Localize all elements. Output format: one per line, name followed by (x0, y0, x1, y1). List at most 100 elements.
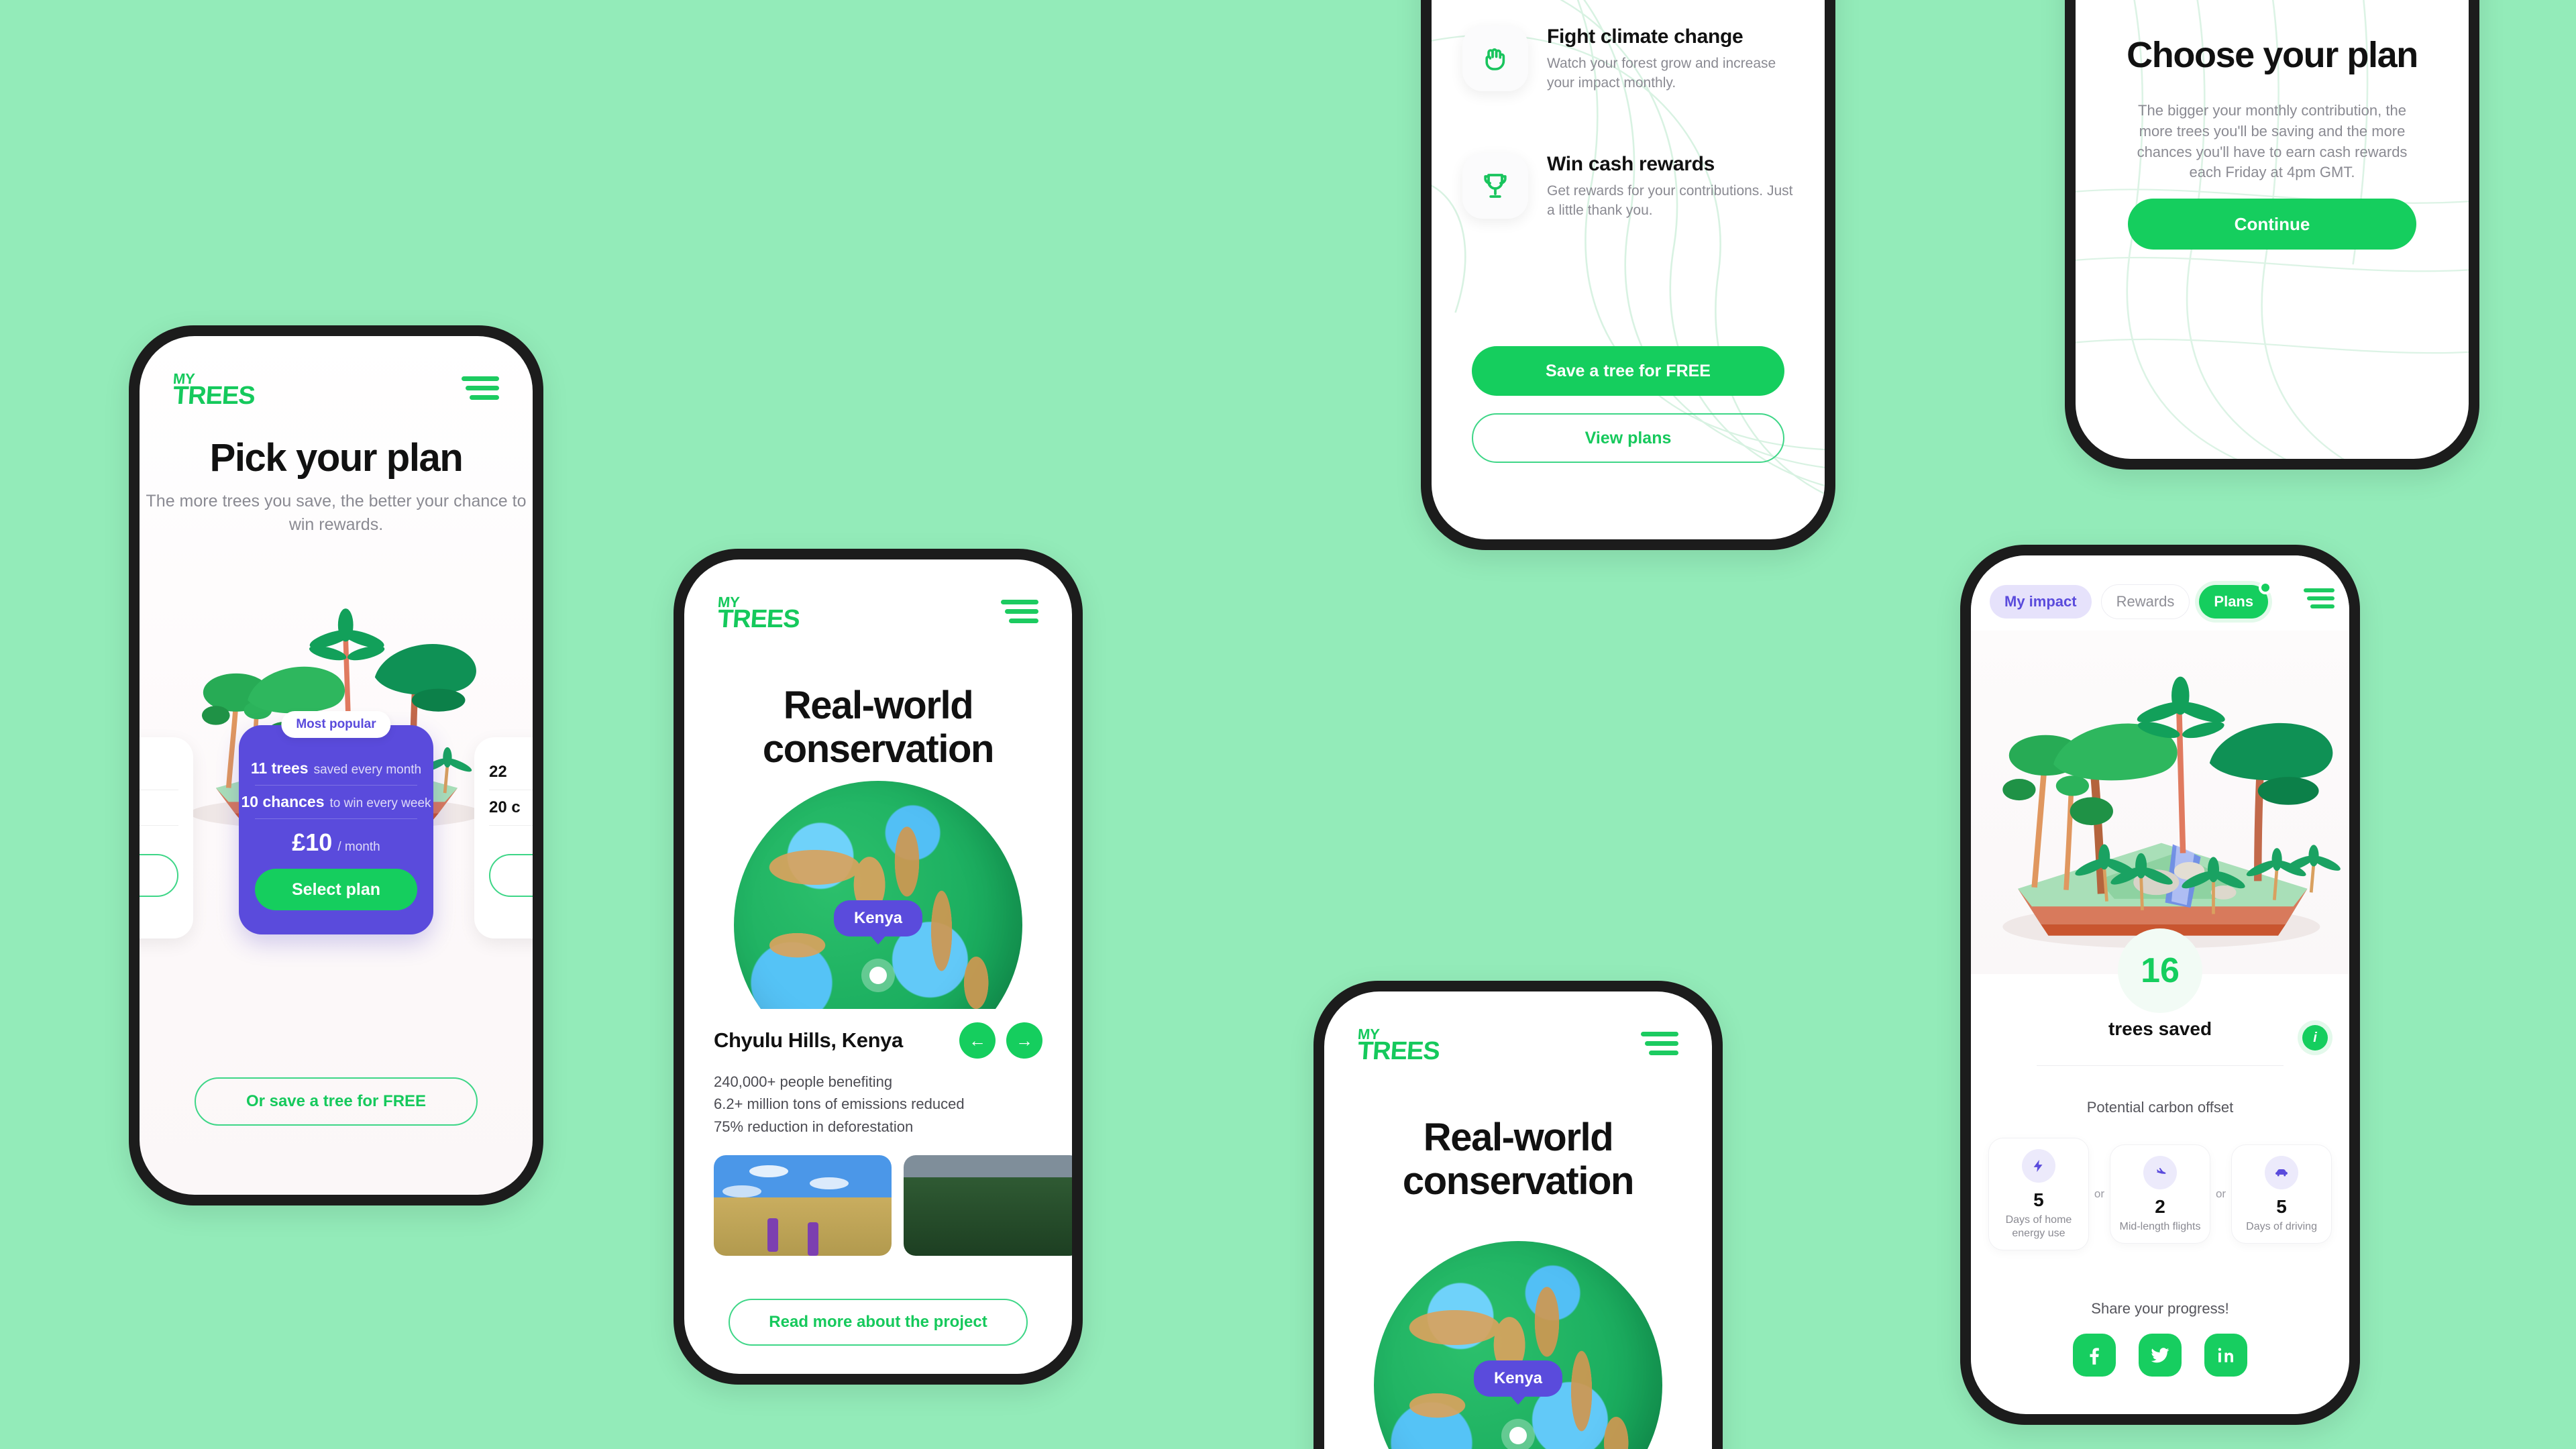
arrow-left-icon[interactable]: ← (959, 1022, 996, 1059)
feature-description: Get rewards for your contributions. Just… (1547, 183, 1793, 219)
project-name: Chyulu Hills, Kenya (714, 1028, 903, 1052)
twitter-icon[interactable] (2139, 1334, 2182, 1377)
hamburger-icon[interactable] (1001, 600, 1038, 627)
feature-title: Fight climate change (1547, 25, 1743, 48)
save-tree-free-button[interactable]: Save a tree for FREE (1472, 346, 1784, 396)
social-share-buttons (1971, 1334, 2349, 1377)
page-title: Real-world conservation (1402, 1116, 1635, 1203)
project-nav: ← → (959, 1022, 1042, 1059)
phone-features: Fight climate change Watch your forest g… (1421, 0, 1835, 550)
hamburger-icon[interactable] (462, 376, 499, 403)
project-stat-2: 6.2+ million tons of emissions reduced (714, 1095, 965, 1113)
raised-fist-icon (1462, 25, 1528, 91)
side-card-row-1: nth (140, 755, 178, 790)
trophy-icon (1462, 153, 1528, 219)
tab-rewards[interactable]: Rewards (2100, 584, 2190, 619)
phone-real-world-conservation-2: MY TREES Real-world conservation Kenya (1313, 981, 1723, 1449)
project-stat-1: 240,000+ people benefiting (714, 1073, 893, 1090)
offset-separator: or (2215, 1187, 2226, 1200)
screen-conservation: MY TREES Real-world conservation Kenya C… (684, 559, 1072, 1374)
read-more-button[interactable]: Read more about the project (729, 1299, 1028, 1346)
plan-trees-label: saved every month (313, 763, 422, 777)
project-title-row: Chyulu Hills, Kenya ← → (714, 1022, 1042, 1059)
feature-description: Watch your forest grow and increase your… (1547, 56, 1776, 91)
feature-text: Fight climate change Watch your forest g… (1547, 25, 1794, 93)
side-card-select-button[interactable] (140, 854, 178, 897)
plan-trees-value: 11 trees (250, 759, 309, 777)
plan-price-row: £10 / month (255, 819, 417, 867)
app-bar: MY TREES (140, 336, 533, 417)
globe-location-dot (1501, 1419, 1535, 1449)
arrow-right-icon[interactable]: → (1006, 1022, 1042, 1059)
plan-price-period: / month (337, 840, 380, 854)
phone-pick-your-plan: MY TREES Pick your plan The more trees y… (129, 325, 543, 1205)
tab-plans-label: Plans (2214, 593, 2254, 610)
screen-choose-plan: Choose your plan The bigger your monthly… (2076, 0, 2469, 459)
save-tree-free-button[interactable]: Or save a tree for FREE (195, 1077, 478, 1126)
airplane-icon (2143, 1156, 2177, 1189)
forest-illustration (1971, 631, 2349, 974)
offset-card-flights: 2 Mid-length flights (2110, 1144, 2210, 1244)
screen-pick-your-plan: MY TREES Pick your plan The more trees y… (140, 336, 533, 1195)
offset-card-driving: 5 Days of driving (2231, 1144, 2332, 1244)
info-icon[interactable]: i (2302, 1025, 2328, 1051)
side-card-select-button[interactable] (489, 854, 533, 897)
tab-plans[interactable]: Plans (2199, 581, 2273, 619)
side-card-row-1: 22 (489, 755, 533, 790)
facebook-icon[interactable] (2073, 1334, 2116, 1377)
plan-chances-row: 10 chances to win every week (241, 786, 431, 819)
globe-illustration: Kenya (684, 781, 1072, 1009)
plan-card-selected[interactable]: Most popular 11 trees saved every month … (239, 711, 433, 934)
offset-label: Days of home energy use (2005, 1214, 2072, 1239)
project-photo-maasai-hillside[interactable] (714, 1155, 892, 1256)
offset-separator: or (2094, 1187, 2105, 1200)
linkedin-icon[interactable] (2204, 1334, 2247, 1377)
conservation-header: Real-world conservation (684, 684, 1072, 771)
offset-card-home-energy: 5 Days of home energy use (1988, 1138, 2089, 1250)
plan-card-previous[interactable]: nth week (140, 737, 193, 938)
select-plan-button[interactable]: Select plan (255, 869, 417, 910)
share-progress-label: Share your progress! (2091, 1300, 2229, 1317)
view-plans-button[interactable]: View plans (1472, 413, 1784, 463)
trees-saved-count: 16 (2118, 928, 2202, 1013)
screen-features: Fight climate change Watch your forest g… (1432, 0, 1825, 539)
feature-win-cash-rewards: Win cash rewards Get rewards for your co… (1462, 153, 1794, 221)
plan-price: £10 (292, 828, 333, 856)
tab-bar: My impact Rewards Plans (1971, 555, 2349, 631)
globe-sphere (1374, 1241, 1662, 1449)
page-subtitle: The more trees you save, the better your… (146, 491, 527, 534)
page-title: Choose your plan (2127, 35, 2418, 75)
page-title: Real-world conservation (762, 684, 995, 771)
plan-card-next[interactable]: 22 20 c (474, 737, 533, 938)
pick-plan-header: Pick your plan The more trees you save, … (140, 436, 533, 537)
notification-dot (2259, 581, 2273, 594)
mytrees-logo[interactable]: MY TREES (716, 594, 801, 634)
app-bar: MY TREES (1324, 991, 1712, 1072)
app-bar: MY TREES (684, 559, 1072, 640)
side-card-row-2: week (140, 790, 178, 826)
continue-button[interactable]: Continue (2128, 199, 2416, 250)
lightning-bolt-icon (2021, 1149, 2055, 1183)
tab-my-impact[interactable]: My impact (1990, 585, 2092, 619)
page-title: Pick your plan (209, 436, 464, 480)
logo-line-2: TREES (716, 605, 801, 634)
plan-carousel: nth week 22 20 c Most popular 11 trees s… (140, 711, 533, 947)
logo-line-2: TREES (1356, 1037, 1441, 1066)
globe-pin-kenya[interactable]: Kenya (1473, 1360, 1563, 1397)
page-subtitle: The bigger your monthly contribution, th… (2137, 102, 2408, 181)
project-stat-3: 75% reduction in deforestation (714, 1118, 914, 1135)
feature-text: Win cash rewards Get rewards for your co… (1547, 153, 1794, 221)
hamburger-icon[interactable] (1641, 1032, 1678, 1059)
mytrees-logo[interactable]: MY TREES (1356, 1026, 1441, 1066)
carbon-offset-heading: Potential carbon offset (2086, 1099, 2234, 1116)
mytrees-logo[interactable]: MY TREES (172, 370, 256, 411)
feature-title: Win cash rewards (1547, 153, 1715, 175)
divider (2037, 1065, 2284, 1066)
trees-saved-label: trees saved (2108, 1018, 2212, 1039)
offset-value: 5 (2033, 1189, 2044, 1210)
screen-my-impact: My impact Rewards Plans 16 trees saved i… (1971, 555, 2349, 1414)
phone-choose-your-plan: Choose your plan The bigger your monthly… (2065, 0, 2479, 470)
globe-pin-kenya[interactable]: Kenya (833, 900, 923, 936)
project-photo-forest-canopy[interactable] (904, 1155, 1072, 1256)
hamburger-icon[interactable] (2304, 588, 2334, 615)
